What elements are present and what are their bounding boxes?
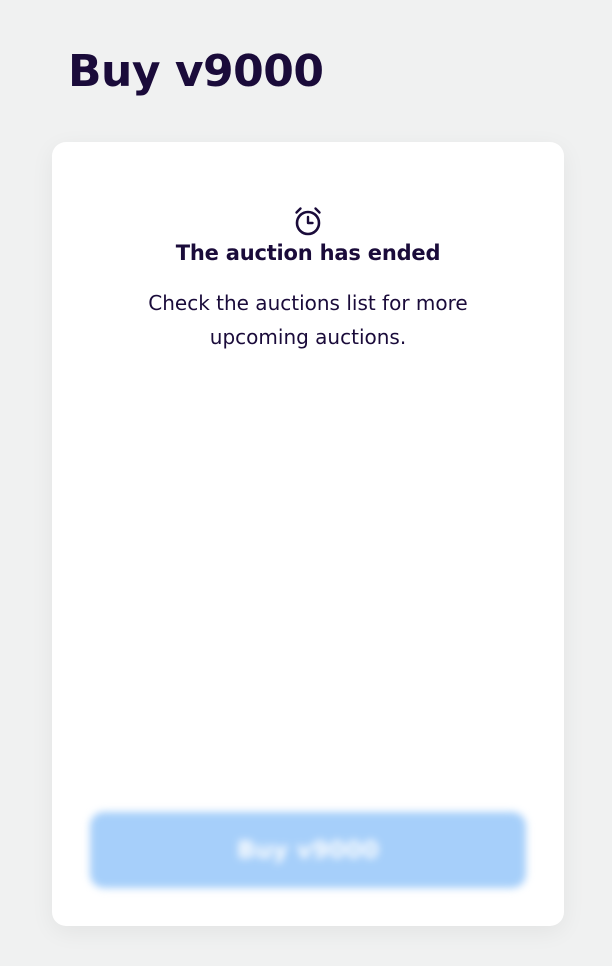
auction-status: The auction has ended Check the auctions… <box>52 206 564 354</box>
auction-ended-heading: The auction has ended <box>175 241 441 265</box>
page-title: Buy v9000 <box>68 46 324 97</box>
auction-ended-message: Check the auctions list for more upcomin… <box>148 291 468 349</box>
buy-button[interactable]: Buy v9000 <box>90 812 526 888</box>
alarm-clock-icon <box>295 207 321 236</box>
auction-card: The auction has ended Check the auctions… <box>52 142 564 926</box>
